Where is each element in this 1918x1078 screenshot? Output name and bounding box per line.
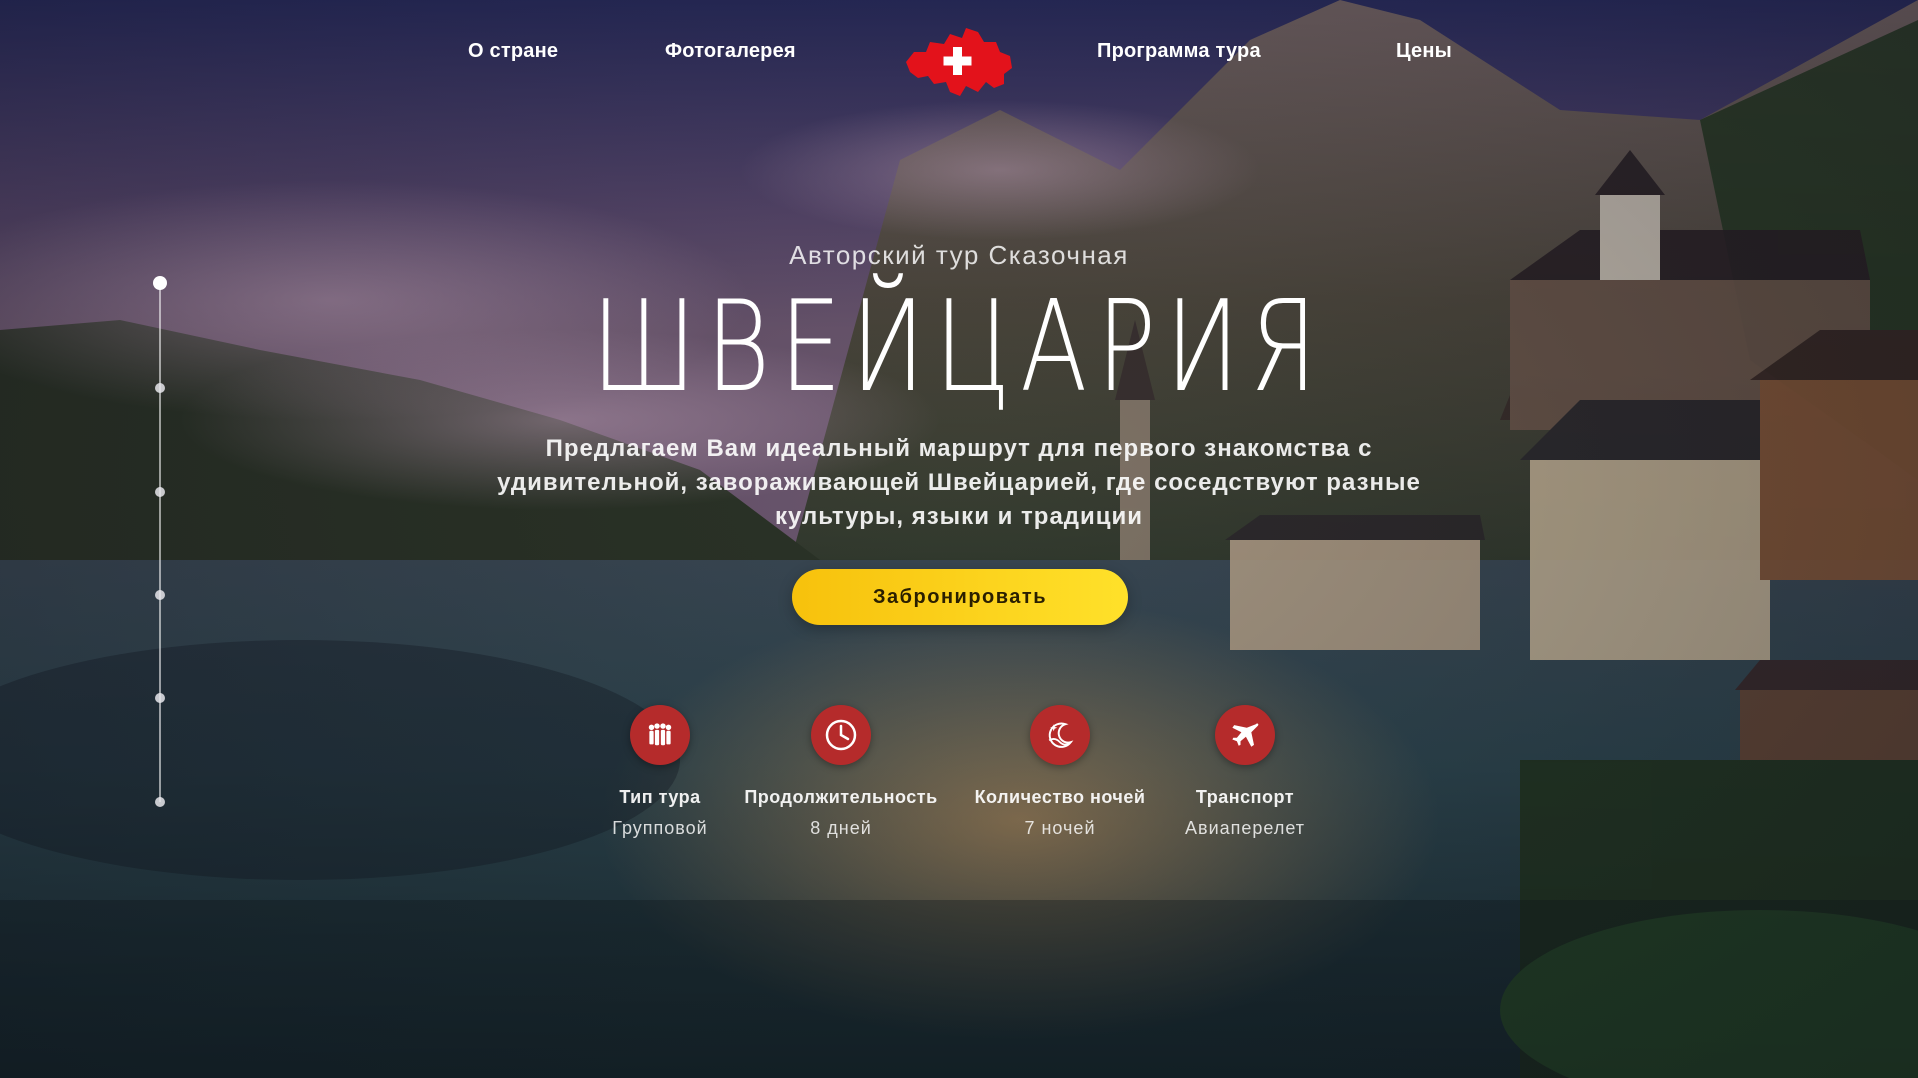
nav-link-about-country[interactable]: О стране: [468, 40, 558, 63]
nav-link-photo-gallery[interactable]: Фотогалерея: [665, 40, 796, 63]
feature-label: Транспорт: [1195, 787, 1295, 807]
feature-transport: Транспорт Авиаперелет: [1135, 705, 1355, 839]
top-navigation: О стране Фотогалерея Программа тура Цены: [0, 0, 1918, 110]
side-slider-track: [153, 276, 167, 807]
hero-description: Предлагаем Вам идеальный маршрут для пер…: [497, 435, 1421, 530]
feature-value: Авиаперелет: [1185, 818, 1305, 838]
airplane-icon: [1215, 705, 1275, 765]
side-slider-dot-1[interactable]: [153, 276, 167, 290]
side-slider-dot-4[interactable]: [155, 590, 165, 600]
background-overlay: [0, 0, 1918, 1078]
clock-icon: [811, 705, 871, 765]
switzerland-flag-map-icon[interactable]: [900, 22, 1016, 100]
group-people-icon: [630, 705, 690, 765]
nav-link-tour-program[interactable]: Программа тура: [1097, 40, 1261, 63]
side-slider-dot-5[interactable]: [155, 693, 165, 703]
nav-link-prices[interactable]: Цены: [1396, 40, 1452, 63]
side-slider-dot-6[interactable]: [155, 797, 165, 807]
hero-background: [0, 0, 1918, 1078]
side-slider-dot-2[interactable]: [155, 383, 165, 393]
side-slider-dot-3[interactable]: [155, 487, 165, 497]
feature-label: Продолжительность: [744, 787, 938, 807]
hero-title: ШВЕЙЦАРИЯ: [591, 273, 1327, 420]
moon-night-icon: [1030, 705, 1090, 765]
book-button[interactable]: Забронировать: [792, 569, 1128, 625]
hero-subtitle: Авторский тур Сказочная: [789, 240, 1129, 270]
feature-duration: Продолжительность 8 дней: [731, 705, 951, 839]
feature-value: 8 дней: [810, 818, 872, 838]
